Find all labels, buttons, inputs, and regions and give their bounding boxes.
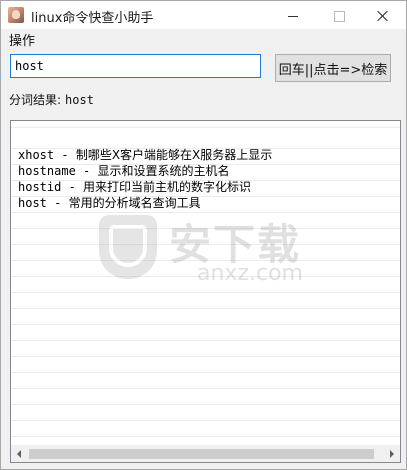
app-window: linux命令快查小助手 操作 回车||点击=>检索 分词结果:host xho… — [0, 0, 407, 470]
menu-bar: 操作 — [1, 29, 406, 49]
window-title: linux命令快查小助手 — [31, 11, 154, 26]
minimize-icon — [288, 15, 298, 17]
search-button[interactable]: 回车||点击=>检索 — [275, 54, 391, 82]
command-separator: - — [46, 196, 69, 210]
result-line: hostname - 显示和设置系统的主机名 — [18, 163, 272, 179]
results-textarea[interactable]: xhost - 制哪些X客户端能够在X服务器上显示 hostname - 显示和… — [10, 120, 401, 463]
segmentation-label: 分词结果: — [9, 93, 62, 107]
horizontal-scrollbar[interactable] — [11, 445, 400, 462]
result-line: host - 常用的分析域名查询工具 — [18, 195, 272, 211]
command-description: 制哪些X客户端能够在X服务器上显示 — [75, 148, 273, 162]
menu-item-operation[interactable]: 操作 — [9, 30, 35, 49]
scroll-left-button[interactable] — [11, 446, 27, 462]
maximize-button[interactable] — [316, 1, 362, 31]
segmentation-value: host — [65, 93, 94, 107]
command-description: 常用的分析域名查询工具 — [68, 196, 201, 210]
command-separator: - — [75, 164, 98, 178]
maximize-icon — [333, 10, 345, 22]
command-description: 用来打印当前主机的数字化标识 — [83, 180, 252, 194]
scrollbar-thumb[interactable] — [29, 449, 374, 459]
result-line: hostid - 用来打印当前主机的数字化标识 — [18, 179, 272, 195]
scroll-right-button[interactable] — [384, 446, 400, 462]
arrow-right-icon — [390, 450, 394, 458]
search-input[interactable] — [10, 54, 261, 78]
command-name: host — [18, 196, 47, 210]
command-separator: - — [61, 180, 84, 194]
app-avatar-icon — [8, 7, 24, 23]
result-list: xhost - 制哪些X客户端能够在X服务器上显示 hostname - 显示和… — [18, 147, 272, 211]
command-name: hostname — [18, 164, 76, 178]
segmentation-result: 分词结果: host — [9, 91, 94, 108]
close-icon — [377, 10, 389, 22]
command-name: xhost — [18, 148, 55, 162]
arrow-left-icon — [17, 450, 21, 458]
command-name: hostid — [18, 180, 62, 194]
minimize-button[interactable] — [270, 1, 316, 31]
command-separator: - — [54, 148, 76, 162]
command-description: 显示和设置系统的主机名 — [97, 164, 230, 178]
close-button[interactable] — [360, 1, 406, 31]
title-bar[interactable]: linux命令快查小助手 — [1, 1, 406, 31]
result-line: xhost - 制哪些X客户端能够在X服务器上显示 — [18, 147, 272, 163]
